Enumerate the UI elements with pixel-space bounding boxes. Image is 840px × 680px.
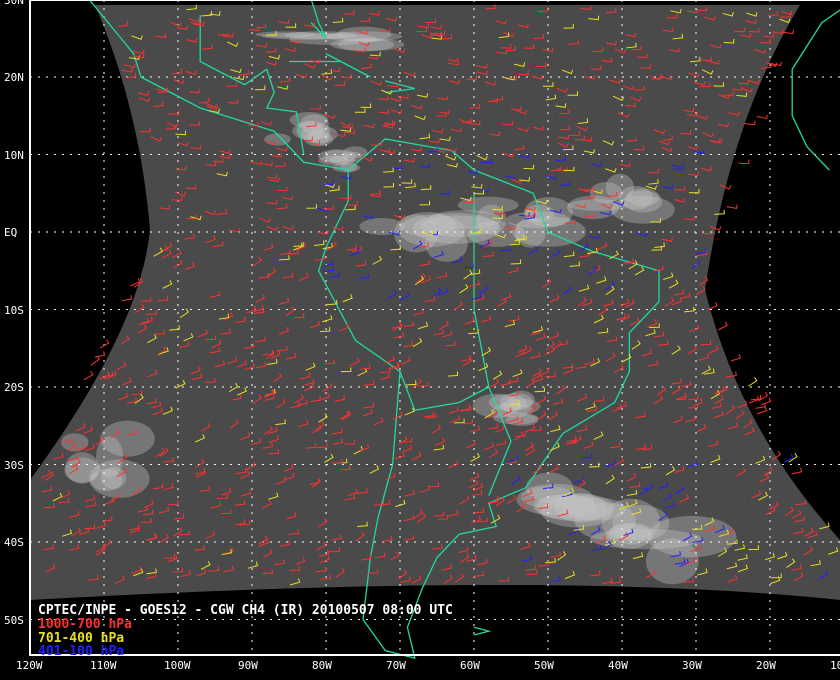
wind-barb [726, 204, 738, 209]
lon-label: 50W [534, 659, 554, 672]
satellite-ir-footprint [30, 5, 840, 600]
lat-label: EQ [4, 226, 18, 239]
lon-label: 110W [90, 659, 117, 672]
wind-barb [121, 295, 133, 302]
legend-high-level: 401-100 hPa [38, 644, 125, 659]
lon-label: 80W [312, 659, 332, 672]
lat-label: 40S [4, 536, 24, 549]
lat-label: 20N [4, 71, 24, 84]
lat-label: 30S [4, 458, 24, 472]
lon-label: 90W [238, 659, 258, 672]
lat-label: 30N [4, 0, 24, 7]
wind-map: 120W110W100W90W80W70W60W50W40W30W20W10W … [0, 0, 840, 680]
lon-label: 30W [682, 659, 702, 672]
lat-label: 10S [4, 303, 24, 317]
wind-barb [750, 394, 762, 401]
lon-label: 40W [608, 659, 628, 672]
wind-barb [784, 453, 794, 463]
lat-label: 10N [4, 148, 24, 162]
lon-label: 20W [756, 659, 776, 672]
wind-barb [738, 159, 750, 165]
wind-barb [748, 377, 758, 387]
lat-label: 50S [4, 613, 24, 627]
wind-barb [744, 120, 756, 126]
cloud [318, 155, 349, 166]
cloud [100, 420, 155, 457]
wind-barb [756, 114, 768, 120]
lon-label: 120W [16, 659, 43, 672]
lon-label: 100W [164, 659, 191, 672]
cloud [467, 221, 526, 247]
satellite-map-canvas [29, 0, 840, 660]
lon-label: 60W [460, 659, 480, 672]
cloud [336, 26, 392, 42]
wind-barb [730, 353, 742, 362]
lat-label: 20S [4, 381, 24, 394]
lon-label: 10W [830, 659, 840, 672]
wind-barb [94, 351, 106, 358]
cloud [624, 190, 663, 213]
coastline [473, 626, 492, 636]
wind-barb [83, 371, 94, 381]
legend-low-level: 1000-700 hPa [38, 617, 132, 632]
wind-barb [99, 339, 110, 349]
wind-barb [791, 467, 802, 475]
map-title: CPTEC/INPE - GOES12 - CGW CH4 (IR) 20100… [38, 603, 453, 618]
cloud [65, 452, 99, 484]
cloud [255, 31, 316, 38]
coastline [791, 9, 840, 171]
lon-label: 70W [386, 659, 406, 672]
wind-barb [718, 321, 728, 331]
